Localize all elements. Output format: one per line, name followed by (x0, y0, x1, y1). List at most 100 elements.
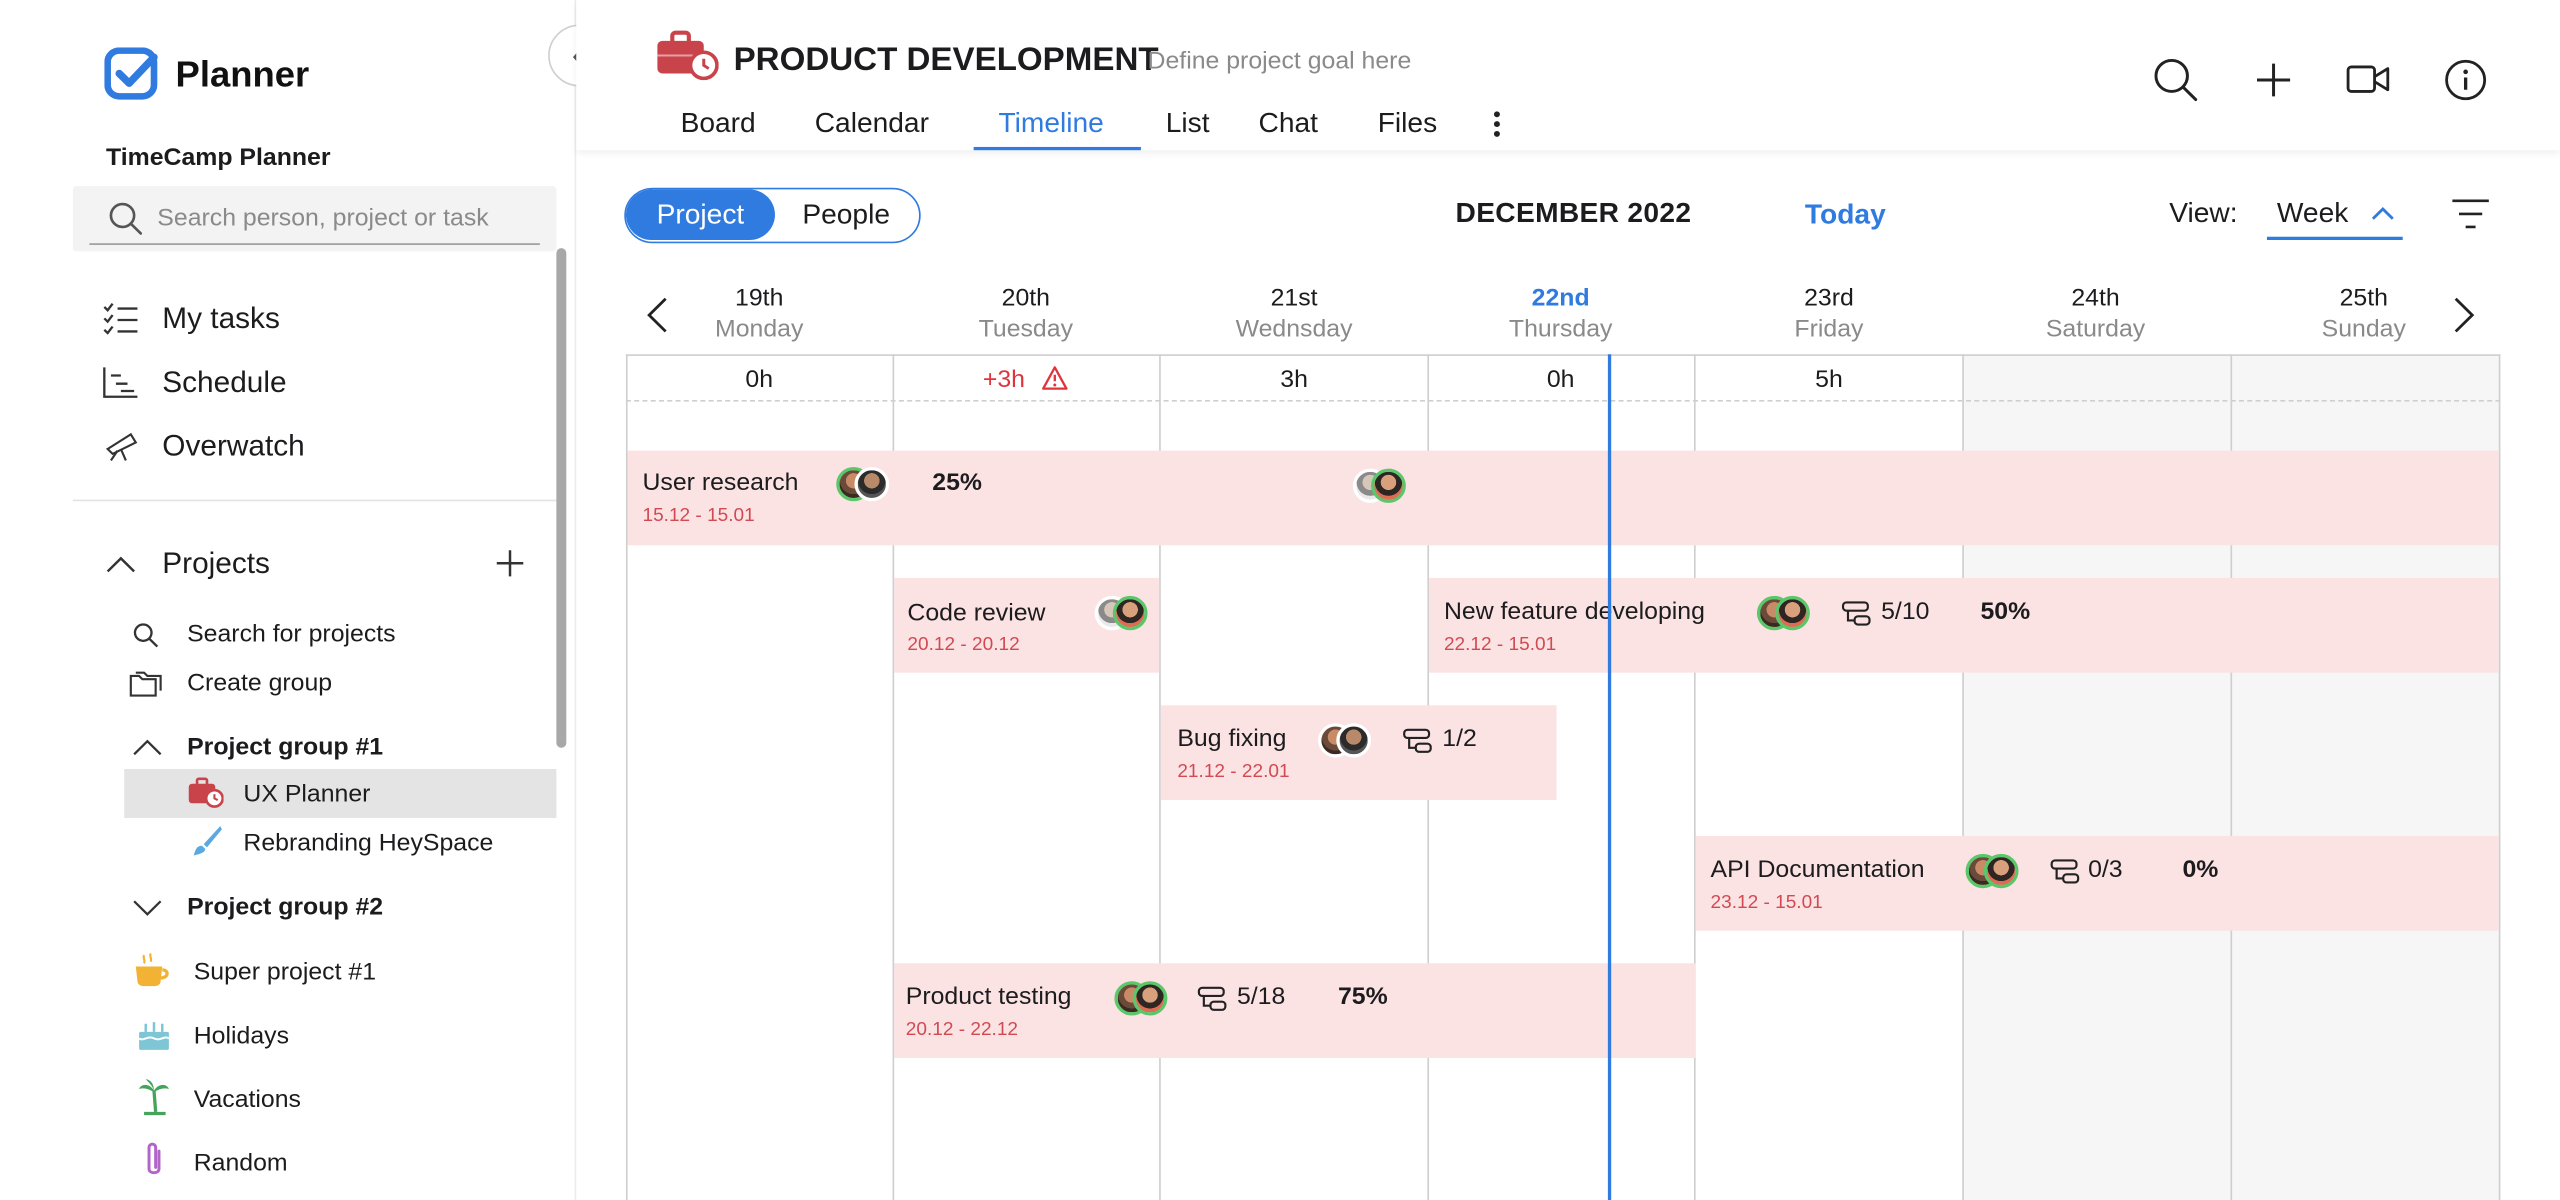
day-header-sat: 24th Saturday (2045, 284, 2146, 343)
chevron-up-icon (106, 556, 136, 573)
assignees-avatars[interactable] (1756, 595, 1813, 632)
checklist-icon (103, 302, 138, 335)
project-random-label: Random (193, 1149, 288, 1178)
task-subtasks: 5/18 (1236, 982, 1286, 1011)
day-header-thu: 22nd Thursday (1508, 284, 1613, 343)
brush-icon (193, 826, 222, 856)
day-header-tue: 20th Tuesday (978, 284, 1073, 343)
nav-overwatch-label: Overwatch (162, 429, 305, 463)
task-progress: 50% (1980, 597, 2031, 626)
assignees-avatars[interactable] (1094, 595, 1151, 632)
nav-schedule[interactable]: Schedule (103, 362, 534, 404)
project-ux-planner[interactable]: UX Planner (124, 769, 557, 818)
day-header-fri: 23rd Friday (1794, 284, 1864, 343)
briefcase-clock-icon (188, 777, 224, 808)
avatar (1112, 595, 1148, 631)
project-group-2-label: Project group #2 (187, 893, 384, 921)
project-holidays-label: Holidays (193, 1022, 290, 1050)
project-ux-planner-label: UX Planner (243, 780, 371, 809)
nav-overwatch[interactable]: Overwatch (103, 426, 534, 468)
avatar (1983, 853, 2019, 889)
task-code-review[interactable]: Code review 20.12 - 20.12 (894, 577, 1160, 673)
project-vacations-label: Vacations (193, 1085, 301, 1114)
palm-tree-icon (139, 1079, 169, 1116)
task-product-testing[interactable]: Product testing 20.12 - 22.12 5/18 75% (894, 963, 1696, 1058)
sidebar: Planner TimeCamp Planner Search person, … (0, 0, 577, 1200)
task-progress: 0% (2182, 855, 2219, 884)
current-time-indicator (1607, 354, 1612, 1200)
project-vacations[interactable]: Vacations (132, 1078, 529, 1120)
task-api-documentation[interactable]: API Documentation 23.12 - 15.01 0/3 0% (1695, 835, 2499, 931)
task-dates: 23.12 - 15.01 (1710, 893, 1823, 913)
search-placeholder: Search person, project or task (157, 204, 489, 232)
assignees-avatars[interactable] (1352, 468, 1409, 505)
coffee-cup-icon (135, 953, 169, 987)
task-dates: 21.12 - 22.01 (1177, 762, 1290, 783)
assignees-avatars[interactable] (1318, 723, 1374, 759)
search-icon (109, 202, 143, 235)
hours-tue: +3h (893, 366, 1160, 395)
nav-my-tasks[interactable]: My tasks (103, 299, 534, 341)
schedule-chart-icon (103, 367, 138, 398)
hours-separator (625, 400, 2501, 402)
add-project-icon[interactable] (495, 549, 525, 578)
task-user-research[interactable]: User research 15.12 - 15.01 25% (627, 450, 2499, 546)
subtasks-icon (2050, 859, 2080, 884)
search-for-projects[interactable]: Search for projects (129, 617, 526, 653)
task-name: Code review (907, 599, 1046, 627)
project-rebranding-heyspace[interactable]: Rebranding HeySpace (124, 821, 556, 867)
app-name: Planner (175, 53, 310, 95)
avatar (1336, 723, 1372, 758)
avatar (1775, 595, 1810, 631)
task-name: Product testing (905, 982, 1072, 1011)
task-dates: 15.12 - 15.01 (642, 506, 755, 526)
avatar (1371, 468, 1406, 503)
task-subtasks: 5/10 (1881, 597, 1930, 626)
search-for-projects-label: Search for projects (187, 620, 396, 649)
project-super-project-1[interactable]: Super project #1 (132, 950, 529, 992)
sidebar-search-input[interactable]: Search person, project or task (72, 186, 557, 252)
paperclip-icon (147, 1142, 161, 1175)
assignees-avatars[interactable] (836, 466, 892, 503)
task-dates: 20.12 - 22.12 (905, 1020, 1019, 1041)
project-group-1[interactable]: Project group #1 (129, 730, 526, 766)
create-group[interactable]: Create group (129, 666, 526, 702)
day-header-sun: 25th Sunday (2321, 284, 2406, 343)
task-name: API Documentation (1710, 855, 1925, 884)
project-rebranding-label: Rebranding HeySpace (243, 829, 494, 858)
subtasks-icon (1403, 728, 1432, 753)
projects-section-toggle[interactable]: Projects (103, 545, 534, 587)
warning-icon (1042, 366, 1069, 390)
task-bug-fixing[interactable]: Bug fixing 21.12 - 22.01 1/2 (1160, 705, 1557, 801)
chevron-down-icon (133, 900, 162, 916)
task-name: Bug fixing (1177, 724, 1287, 753)
task-dates: 22.12 - 15.01 (1443, 635, 1557, 655)
project-super-project-label: Super project #1 (193, 958, 377, 987)
search-icon (133, 623, 159, 648)
assignees-avatars[interactable] (1965, 853, 2022, 890)
workspace-name: TimeCamp Planner (105, 143, 331, 172)
task-subtasks: 1/2 (1442, 724, 1477, 753)
task-subtasks: 0/3 (2088, 855, 2123, 884)
project-random[interactable]: Random (132, 1141, 529, 1183)
assignees-avatars[interactable] (1114, 981, 1170, 1017)
projects-header: Projects (162, 546, 270, 580)
day-header-mon: 19th Monday (715, 284, 804, 343)
cake-icon (138, 1022, 170, 1050)
hours-mon: 0h (745, 365, 774, 394)
create-group-label: Create group (187, 669, 333, 698)
subtasks-icon (1197, 986, 1227, 1011)
task-new-feature-developing[interactable]: New feature developing 22.12 - 15.01 5/1… (1429, 577, 2499, 673)
project-group-2[interactable]: Project group #2 (129, 890, 526, 926)
task-name: User research (642, 468, 799, 497)
avatar (854, 466, 890, 502)
hours-thu: 0h (1546, 365, 1575, 394)
project-holidays[interactable]: Holidays (132, 1014, 529, 1056)
sidebar-scrollbar[interactable] (556, 248, 567, 748)
chevron-up-icon (133, 739, 162, 756)
telescope-icon (105, 432, 138, 462)
sidebar-divider (72, 499, 557, 502)
project-group-1-label: Project group #1 (187, 733, 384, 761)
task-dates: 20.12 - 20.12 (907, 635, 1020, 655)
planner-logo-icon (104, 47, 160, 111)
